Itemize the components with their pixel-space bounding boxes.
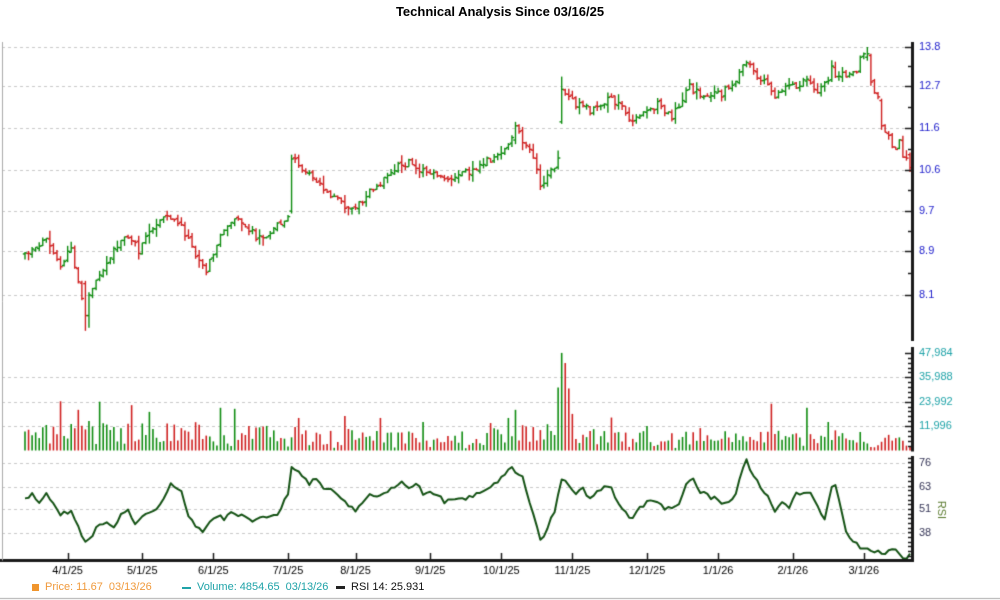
chart-title: Technical Analysis Since 03/16/25 [0, 4, 1000, 19]
chart-legend: Price: 11.67 03/13/26 Volume: 4854.65 03… [0, 581, 1000, 598]
technical-analysis-chart: Technical Analysis Since 03/16/25 Price:… [0, 0, 1000, 600]
legend-rsi-text: RSI 14: 25.931 [351, 581, 424, 593]
legend-volume-text: Volume: 4854.65 [197, 581, 280, 593]
legend-item-price: Price: 11.67 03/13/26 [32, 581, 152, 593]
legend-volume-date: 03/13/26 [286, 581, 329, 593]
rsi-marker-icon [336, 586, 345, 589]
volume-marker-icon [182, 587, 191, 589]
legend-item-rsi: RSI 14: 25.931 [336, 581, 424, 593]
legend-price-date: 03/13/26 [109, 581, 152, 593]
legend-price-text: Price: 11.67 [45, 581, 103, 593]
legend-item-volume: Volume: 4854.65 03/13/26 [182, 581, 328, 593]
price-volume-rsi-plot-canvas [0, 0, 1000, 600]
price-marker-icon [32, 584, 39, 591]
